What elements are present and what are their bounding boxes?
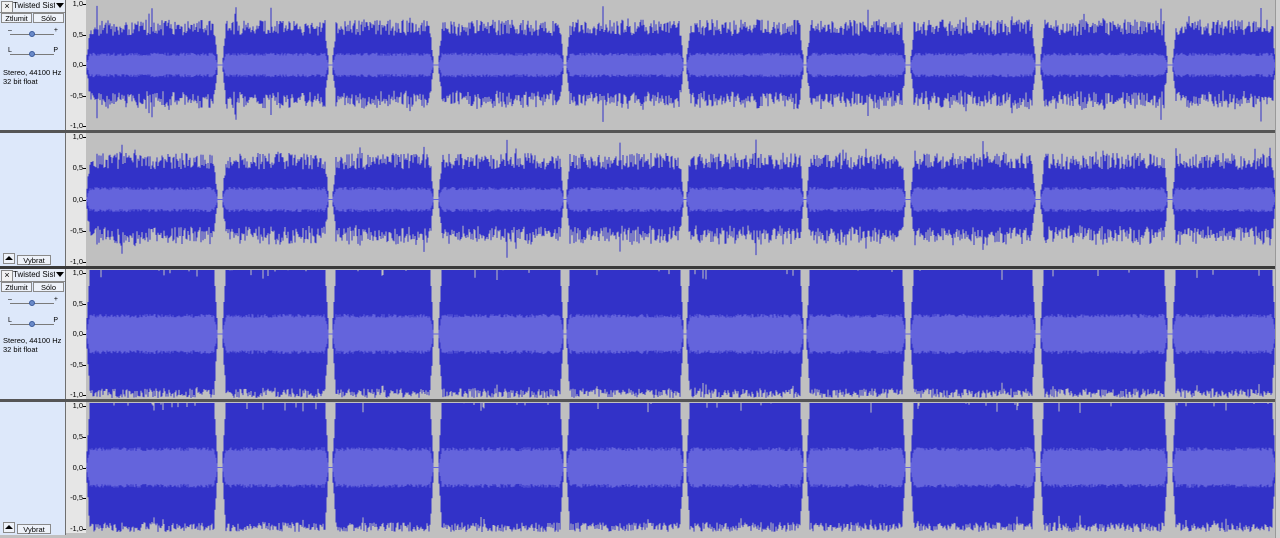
pan-slider-thumb[interactable] <box>29 51 35 57</box>
track-format-rate: Stereo, 44100 Hz <box>3 336 62 345</box>
pan-left-label: L <box>8 317 12 324</box>
amplitude-tick-label: 0,0 <box>72 462 83 472</box>
gain-slider-thumb[interactable] <box>29 31 35 37</box>
gain-slider[interactable]: – + <box>6 27 58 39</box>
amplitude-tick-label: -1,0 <box>70 390 83 399</box>
amplitude-tick-label: -1,0 <box>70 257 83 266</box>
select-track-button[interactable]: Vybrat <box>17 524 51 534</box>
collapse-track-icon[interactable] <box>3 522 15 533</box>
track-title-bar: × Twisted Sist <box>0 269 65 282</box>
track-name-menu[interactable]: Twisted Sist <box>13 270 55 280</box>
gain-slider[interactable]: – + <box>6 296 58 308</box>
track-title-bar: × Twisted Sist <box>0 0 65 13</box>
solo-button[interactable]: Sólo <box>33 13 64 23</box>
amplitude-tick-label: -1,0 <box>70 524 83 533</box>
gain-plus-label: + <box>53 27 58 34</box>
solo-button[interactable]: Sólo <box>33 282 64 292</box>
mute-button[interactable]: Ztlumit <box>1 282 32 292</box>
amplitude-tick-label: 0,5 <box>72 298 83 308</box>
track-control-panel: × Twisted Sist Ztlumit Sólo – + L P Ster… <box>0 0 66 266</box>
gain-plus-label: + <box>53 296 58 303</box>
pan-slider[interactable]: L P <box>6 317 58 329</box>
amplitude-tick-label: 0,5 <box>72 163 83 173</box>
amplitude-tick-label: 0,5 <box>72 431 83 441</box>
gain-slider-thumb[interactable] <box>29 300 35 306</box>
amplitude-tick-label: 0,0 <box>72 60 83 69</box>
track-2: × Twisted Sist Ztlumit Sólo – + L P Ster… <box>0 269 1280 535</box>
waveform-svg <box>86 139 1276 258</box>
pan-left-label: L <box>8 47 12 54</box>
pan-slider-thumb[interactable] <box>29 321 35 327</box>
track-1: × Twisted Sist Ztlumit Sólo – + L P Ster… <box>0 0 1280 266</box>
gain-minus-label: – <box>8 27 12 34</box>
amplitude-tick-label: 1,0 <box>72 268 83 277</box>
gain-minus-label: – <box>8 296 12 303</box>
pan-slider[interactable]: L P <box>6 47 58 59</box>
amplitude-tick-label: 0,0 <box>72 194 83 204</box>
amplitude-tick-label: -0,5 <box>70 225 83 235</box>
track-format-rate: Stereo, 44100 Hz <box>3 68 62 77</box>
amplitude-tick-label: 0,5 <box>72 29 83 39</box>
waveform-channel-left[interactable] <box>86 269 1276 399</box>
vertical-scrollbar[interactable] <box>1275 0 1280 538</box>
collapse-track-icon[interactable] <box>3 253 15 264</box>
amplitude-ruler-left: 1,0 0,5 0,0 -0,5 -1,0 <box>66 269 87 399</box>
amplitude-tick-label: 1,0 <box>72 0 83 8</box>
mute-button[interactable]: Ztlumit <box>1 13 32 23</box>
amplitude-ruler-right: 1,0 0,5 0,0 -0,5 -1,0 <box>66 402 87 533</box>
amplitude-tick-label: -0,5 <box>70 90 83 100</box>
waveform-channel-right[interactable] <box>86 133 1276 266</box>
amplitude-tick-label: -1,0 <box>70 121 83 130</box>
close-track-icon[interactable]: × <box>1 270 13 282</box>
waveform-svg <box>86 403 1276 532</box>
amplitude-tick-label: 1,0 <box>72 132 83 141</box>
pan-right-label: P <box>53 317 58 324</box>
track-control-panel: × Twisted Sist Ztlumit Sólo – + L P Ster… <box>0 269 66 535</box>
amplitude-tick-label: 1,0 <box>72 401 83 410</box>
amplitude-ruler-right: 1,0 0,5 0,0 -0,5 -1,0 <box>66 133 87 266</box>
track-format-bits: 32 bit float <box>3 345 38 354</box>
track-name-menu[interactable]: Twisted Sist <box>13 1 55 11</box>
chevron-down-icon[interactable] <box>56 3 64 8</box>
amplitude-tick-label: -0,5 <box>70 359 83 369</box>
amplitude-ruler-left: 1,0 0,5 0,0 -0,5 -1,0 <box>66 0 87 130</box>
waveform-svg <box>86 5 1276 122</box>
pan-right-label: P <box>53 47 58 54</box>
amplitude-tick-label: -0,5 <box>70 493 83 503</box>
select-track-button[interactable]: Vybrat <box>17 255 51 265</box>
waveform-channel-right[interactable] <box>86 402 1276 533</box>
waveform-channel-left[interactable] <box>86 0 1276 130</box>
waveform-svg <box>86 270 1276 398</box>
close-track-icon[interactable]: × <box>1 1 13 13</box>
chevron-down-icon[interactable] <box>56 272 64 277</box>
amplitude-tick-label: 0,0 <box>72 329 83 338</box>
track-format-bits: 32 bit float <box>3 77 38 86</box>
